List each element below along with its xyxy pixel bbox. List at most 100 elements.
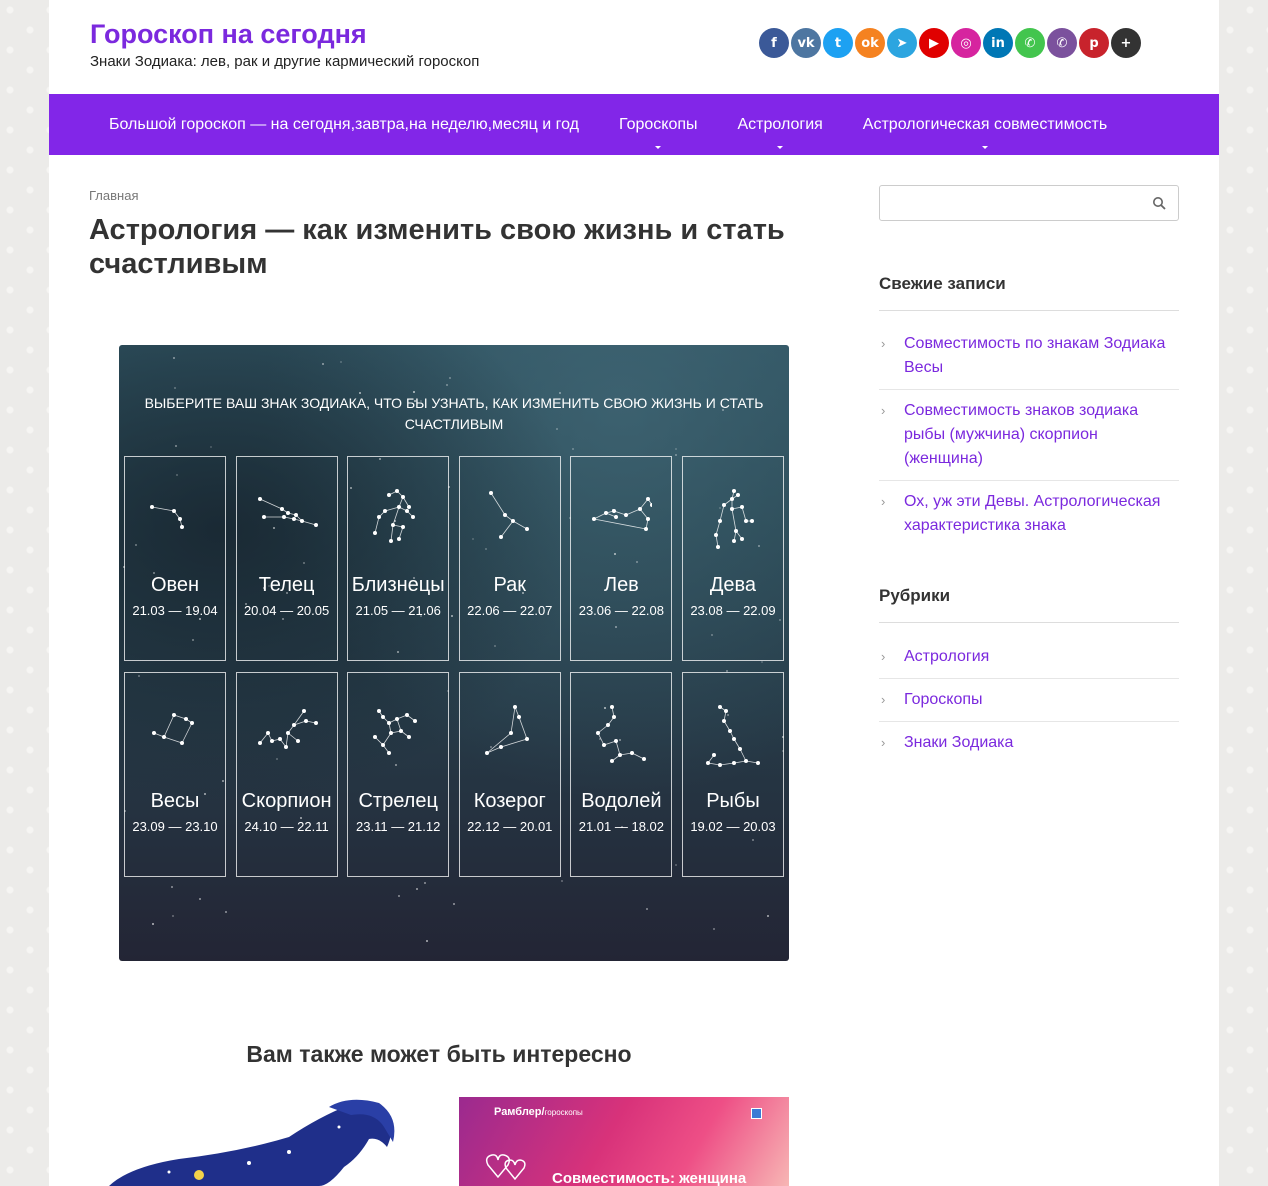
horse-image — [109, 1099, 395, 1186]
sidebar-link[interactable]: › Совместимость по знакам Зодиака Весы — [879, 323, 1179, 390]
linkedin-icon[interactable]: in — [983, 28, 1013, 58]
zodiac-widget: Выберите ваш знак зодиака, что бы узнать… — [119, 345, 789, 961]
chevron-right-icon: › — [881, 336, 886, 351]
star — [646, 908, 648, 910]
nav-item-compatibility[interactable]: Астрологическая совместимость — [843, 94, 1127, 155]
nav-label: Гороскопы — [618, 115, 698, 133]
link-text: Совместимость знаков зодиака рыбы (мужчи… — [904, 402, 1139, 467]
twitter-icon[interactable]: t — [823, 28, 853, 58]
sign-dates: 21.03 — 19.04 — [132, 603, 218, 618]
constellation-icon — [484, 705, 529, 755]
constellation-icon — [257, 709, 318, 749]
chevron-right-icon: › — [881, 403, 886, 418]
sidebar-link[interactable]: › Ох, уж эти Девы. Астрологическая характ… — [879, 481, 1179, 547]
sign-dates: 23.08 — 22.09 — [690, 603, 776, 618]
zodiac-sign-card[interactable]: Рак 22.06 — 22.07 — [458, 456, 561, 661]
pinterest-icon[interactable]: p — [1079, 28, 1109, 58]
chevron-right-icon: › — [881, 649, 886, 664]
star — [713, 928, 715, 930]
site-title[interactable]: Гороскоп на сегодня — [90, 19, 367, 50]
sign-dates: 24.10 — 22.11 — [244, 819, 329, 834]
link-text: Астрология — [904, 648, 990, 665]
sign-dates: 23.09 — 23.10 — [132, 819, 218, 834]
zodiac-sign-card[interactable]: Водолей 21.01 — 18.02 — [570, 672, 673, 877]
star — [152, 923, 154, 925]
sign-name: Водолей — [581, 790, 662, 812]
constellation-icon — [150, 505, 184, 529]
breadcrumb[interactable]: Главная — [89, 188, 138, 203]
nav-label: Астрология — [737, 115, 823, 133]
chevron-down-icon — [655, 146, 662, 149]
related-title: Вам также может быть интересно — [246, 1041, 632, 1067]
instagram-icon[interactable]: ◎ — [951, 28, 981, 58]
share-icon[interactable]: + — [1111, 28, 1141, 58]
nav-label: Большой гороскоп — на сегодня,завтра,на … — [109, 115, 579, 133]
sidebar-link[interactable]: › Гороскопы — [879, 679, 1179, 722]
zodiac-sign-card[interactable]: Козерог 22.12 — 20.01 — [458, 672, 561, 877]
sign-name: Рыбы — [706, 790, 760, 812]
star — [449, 377, 451, 379]
star — [424, 882, 426, 884]
star — [398, 895, 400, 897]
viber-icon[interactable]: ✆ — [1047, 28, 1077, 58]
sign-dates: 21.01 — 18.02 — [578, 819, 665, 834]
card-caption: Совместимость: женщина — [552, 1170, 747, 1186]
site-description: Знаки Зодиака: лев, рак и другие кармиче… — [90, 53, 480, 70]
zodiac-sign-card[interactable]: Весы 23.09 — 23.10 — [124, 672, 226, 877]
link-text: Совместимость по знакам Зодиака Весы — [904, 335, 1166, 376]
star — [172, 915, 174, 917]
whatsapp-icon[interactable]: ✆ — [1015, 28, 1045, 58]
related-card-horse[interactable] — [89, 1097, 419, 1186]
link-text: Знаки Зодиака — [904, 734, 1014, 751]
divider — [879, 622, 1179, 623]
star — [210, 446, 212, 448]
search-icon[interactable] — [1152, 196, 1166, 210]
star — [767, 915, 769, 917]
sign-dates: 19.02 — 20.03 — [690, 819, 776, 834]
link-text: Ох, уж эти Девы. Астрологическая характе… — [904, 493, 1161, 534]
zodiac-sign-card[interactable]: Телец 20.04 — 20.05 — [235, 456, 338, 661]
nav-item-horoscopes[interactable]: Гороскопы — [599, 94, 718, 155]
odnoklassniki-icon[interactable]: ok — [855, 28, 885, 58]
zodiac-sign-card[interactable]: Овен 21.03 — 19.04 — [124, 456, 226, 661]
vk-icon[interactable]: vk — [791, 28, 821, 58]
zodiac-sign-card[interactable]: Лев 23.06 — 22.08 — [570, 456, 673, 661]
chevron-down-icon — [777, 146, 784, 149]
star — [446, 384, 448, 386]
constellation-icon — [373, 489, 416, 543]
nav-item-big-horoscope[interactable]: Большой гороскоп — на сегодня,завтра,на … — [89, 94, 599, 155]
divider — [879, 310, 1179, 311]
chevron-right-icon: › — [881, 692, 886, 707]
related-card-rambler[interactable]: Рамблер/гороскопы Совместимость: женщина — [459, 1097, 789, 1186]
sign-name: Дева — [709, 574, 757, 596]
zodiac-sign-card[interactable]: Стрелец 23.11 — 21.12 — [347, 672, 450, 877]
search-input[interactable] — [879, 185, 1179, 221]
facebook-icon[interactable]: f — [759, 28, 789, 58]
main-nav: Большой гороскоп — на сегодня,завтра,на … — [49, 94, 1219, 155]
hearts-icon — [485, 1154, 526, 1181]
sign-name: Рак — [493, 574, 527, 596]
youtube-icon[interactable]: ▶ — [919, 28, 949, 58]
constellation-icon — [592, 497, 653, 531]
star — [199, 898, 201, 900]
recent-posts-list: › Совместимость по знакам Зодиака Весы › Со… — [879, 323, 1179, 547]
zodiac-sign-card[interactable]: Дева 23.08 — 22.09 — [681, 456, 784, 661]
chevron-right-icon: › — [881, 494, 886, 509]
nav-label: Астрологическая совместимость — [862, 115, 1108, 133]
star — [561, 880, 563, 882]
telegram-icon[interactable]: ➤ — [887, 28, 917, 58]
zodiac-sign-card[interactable]: Близнецы 21.05 — 21.06 — [347, 456, 450, 661]
zodiac-sign-card[interactable]: Рыбы 19.02 — 20.03 — [681, 672, 784, 877]
sign-name: Стрелец — [358, 790, 438, 812]
star — [175, 445, 177, 447]
sidebar-link[interactable]: › Совместимость знаков зодиака рыбы (мужч… — [879, 390, 1179, 481]
star — [171, 886, 173, 888]
zodiac-sign-card[interactable]: Скорпион 24.10 — 22.11 — [235, 672, 338, 877]
nav-item-astrology[interactable]: Астрология — [718, 94, 843, 155]
link-text: Гороскопы — [904, 691, 983, 708]
zodiac-heading: Выберите ваш знак зодиака, что бы узнать… — [144, 395, 764, 432]
sign-dates: 21.05 — 21.06 — [355, 603, 441, 618]
sign-name: Овен — [150, 574, 200, 596]
sidebar-link[interactable]: › Знаки Зодиака — [879, 722, 1179, 764]
sidebar-link[interactable]: › Астрология — [879, 636, 1179, 679]
